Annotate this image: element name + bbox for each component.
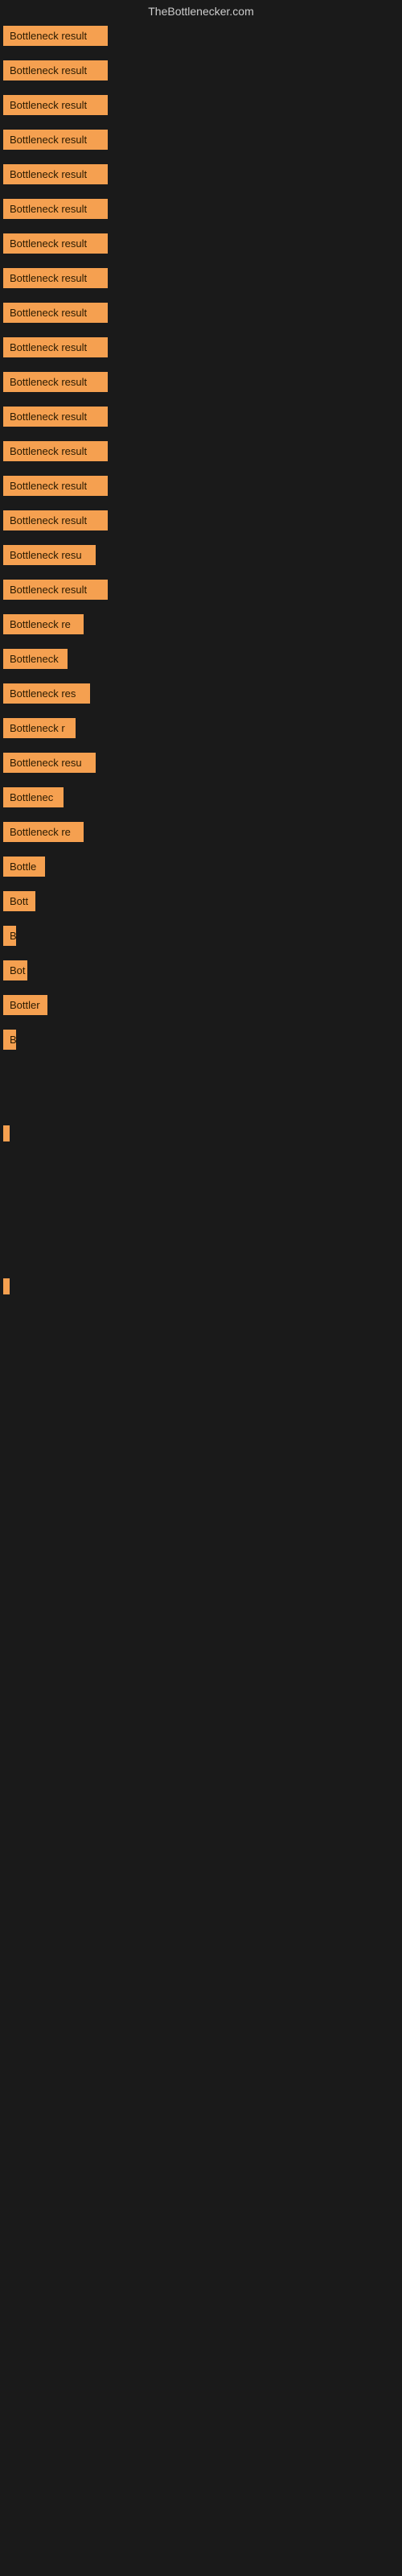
bottleneck-result-item: Bottleneck r bbox=[3, 718, 76, 738]
bottleneck-result-item: Bottleneck resu bbox=[3, 545, 96, 565]
items-container: Bottleneck result Bottleneck result Bottle… bbox=[0, 23, 402, 1294]
bottleneck-result-item: B bbox=[3, 926, 16, 946]
bottleneck-result-item: Bottleneck result bbox=[3, 580, 108, 600]
bottleneck-result-item: Bottleneck result bbox=[3, 268, 108, 288]
bottleneck-bar bbox=[3, 1278, 10, 1294]
bottleneck-result-item: Bottleneck result bbox=[3, 233, 108, 254]
bottleneck-result-item: Bottleneck re bbox=[3, 822, 84, 842]
bottleneck-result-item: Bottleneck bbox=[3, 649, 68, 669]
bottleneck-result-item: Bottle bbox=[3, 857, 45, 877]
bottleneck-result-item: Bottleneck res bbox=[3, 683, 90, 704]
bottleneck-result-item: Bottleneck result bbox=[3, 476, 108, 496]
bottleneck-result-item: Bottleneck result bbox=[3, 95, 108, 115]
bottleneck-result-item: Bott bbox=[3, 891, 35, 911]
bottleneck-result-item: Bottleneck result bbox=[3, 199, 108, 219]
bottleneck-result-item: Bottleneck result bbox=[3, 372, 108, 392]
bottleneck-result-item: Bottleneck result bbox=[3, 26, 108, 46]
bottleneck-result-item: B bbox=[3, 1030, 16, 1050]
bottleneck-result-item: Bottleneck re bbox=[3, 614, 84, 634]
bottleneck-result-item: Bottleneck result bbox=[3, 164, 108, 184]
bottleneck-result-item: Bottlenec bbox=[3, 787, 64, 807]
bottleneck-result-item: Bottleneck result bbox=[3, 60, 108, 80]
site-title: TheBottlenecker.com bbox=[0, 0, 402, 23]
bottleneck-result-item: Bot bbox=[3, 960, 27, 980]
bottleneck-result-item: Bottleneck result bbox=[3, 130, 108, 150]
bottleneck-result-item: Bottleneck result bbox=[3, 337, 108, 357]
bottleneck-bar bbox=[3, 1125, 10, 1141]
bottleneck-result-item: Bottleneck result bbox=[3, 407, 108, 427]
bottleneck-result-item: Bottleneck result bbox=[3, 510, 108, 530]
bottleneck-result-item: Bottler bbox=[3, 995, 47, 1015]
bottleneck-result-item: Bottleneck resu bbox=[3, 753, 96, 773]
bottleneck-result-item: Bottleneck result bbox=[3, 441, 108, 461]
bottleneck-result-item: Bottleneck result bbox=[3, 303, 108, 323]
